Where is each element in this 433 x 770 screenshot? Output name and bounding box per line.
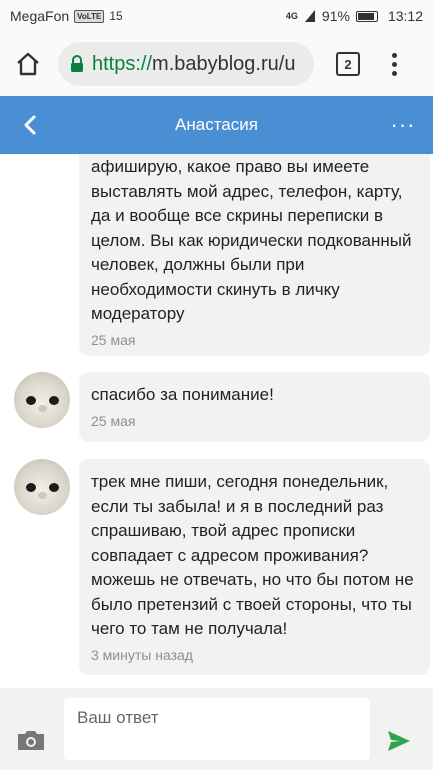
message-time: 3 минуты назад [91,646,193,663]
avatar-nose [38,405,47,412]
avatar[interactable] [14,372,70,428]
browser-toolbar: https://m.babyblog.ru/u 2 [0,32,433,96]
message-bubble: трек мне пиши, сегодня понедельник, если… [79,459,430,675]
message-text: афиширую, какое право вы имеете выставля… [91,157,412,323]
battery-icon [355,10,378,22]
url-scheme: https:// [92,52,153,75]
avatar-eye [26,483,36,492]
message-list: афиширую, какое право вы имеете выставля… [0,154,433,688]
battery-percent: 91% [321,8,350,24]
reply-composer [0,688,433,770]
menu-dot [391,52,397,58]
battery-fill [357,12,374,20]
avatar-eye [26,396,36,405]
avatar-nose [38,492,47,499]
address-bar[interactable]: https://m.babyblog.ru/u [58,42,314,86]
message-bubble: спасибо за понимание! 25 мая [79,372,430,442]
avatar-eye [49,396,59,405]
reply-input[interactable] [64,698,370,760]
tab-switcher-button[interactable]: 2 [336,52,360,76]
status-right: 4G 91% 13:12 [286,8,423,24]
back-arrow-icon [24,115,36,135]
more-options-button[interactable]: ··· [373,96,433,154]
chat-title: Анастасия [175,115,258,134]
avatar-eye [49,483,59,492]
browser-menu-button[interactable] [384,52,404,76]
url-host: m.babyblog.ru/u [152,52,296,75]
lock-icon [71,55,83,72]
home-icon [17,52,39,76]
chat-header: Анастасия ··· [0,96,433,154]
menu-dot [391,70,397,76]
signal-indicator: 15 [109,9,123,23]
menu-dot [391,61,397,67]
status-bar: MegaFon VoLTE 15 4G 91% 13:12 [0,0,433,32]
message-time: 25 мая [91,412,136,429]
message-text: спасибо за понимание! [91,385,274,404]
carrier-name: MegaFon [10,8,70,24]
message-bubble: афиширую, какое право вы имеете выставля… [79,154,430,356]
home-button[interactable] [8,44,48,84]
send-icon[interactable] [387,730,411,752]
back-button[interactable] [0,96,60,154]
message-text: трек мне пиши, сегодня понедельник, если… [91,472,414,638]
volte-badge: VoLTE [74,9,105,23]
camera-icon[interactable] [16,728,46,752]
avatar[interactable] [14,459,70,515]
signal-icon [304,10,315,22]
status-left: MegaFon VoLTE 15 [10,8,123,24]
message-time: 25 мая [91,331,136,348]
network-type: 4G [285,11,298,21]
clock: 13:12 [387,8,423,24]
